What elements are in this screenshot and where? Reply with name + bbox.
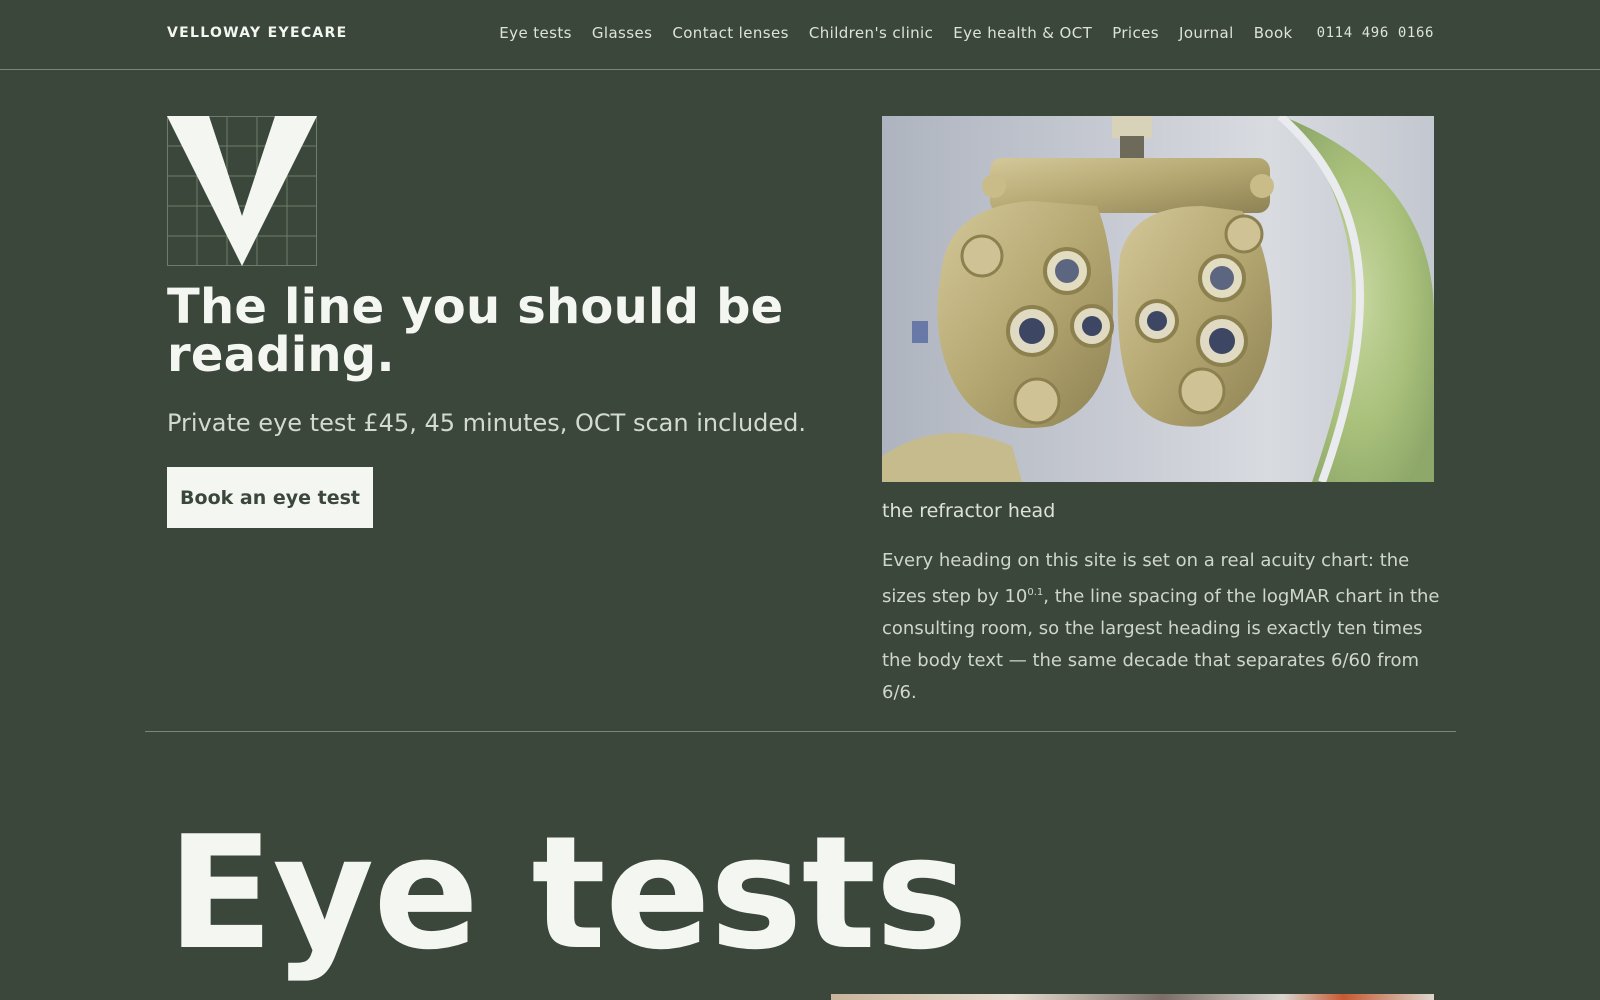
acuity-explainer-text: Every heading on this site is set on a r… [882, 545, 1442, 709]
section-photo-peek [831, 994, 1434, 1000]
eye-tests-heading: Eye tests [167, 802, 968, 984]
nav-eye-health-oct[interactable]: Eye health & OCT [953, 24, 1092, 42]
v-logo-grid-icon [167, 116, 317, 266]
nav-childrens-clinic[interactable]: Children's clinic [809, 24, 933, 42]
nav-eye-tests[interactable]: Eye tests [499, 24, 572, 42]
nav-contact-lenses[interactable]: Contact lenses [672, 24, 789, 42]
image-caption: the refractor head [882, 500, 1056, 522]
site-header: VELLOWAY EYECARE Eye tests Glasses Conta… [0, 0, 1600, 70]
book-eye-test-button[interactable]: Book an eye test [167, 467, 373, 528]
brand-logo-text[interactable]: VELLOWAY EYECARE [167, 25, 347, 41]
body-superscript: 0.1 [1027, 587, 1044, 598]
hero-title: The line you should be reading. [167, 279, 784, 383]
phone-number[interactable]: 0114 496 0166 [1317, 25, 1434, 41]
section-divider [145, 731, 1456, 732]
hero-subtitle: Private eye test £45, 45 minutes, OCT sc… [167, 409, 807, 437]
refractor-head-photo [882, 116, 1434, 482]
nav-prices[interactable]: Prices [1112, 24, 1159, 42]
nav-glasses[interactable]: Glasses [592, 24, 652, 42]
nav-journal[interactable]: Journal [1179, 24, 1234, 42]
main-nav: Eye tests Glasses Contact lenses Childre… [479, 24, 1434, 42]
nav-book[interactable]: Book [1254, 24, 1293, 42]
